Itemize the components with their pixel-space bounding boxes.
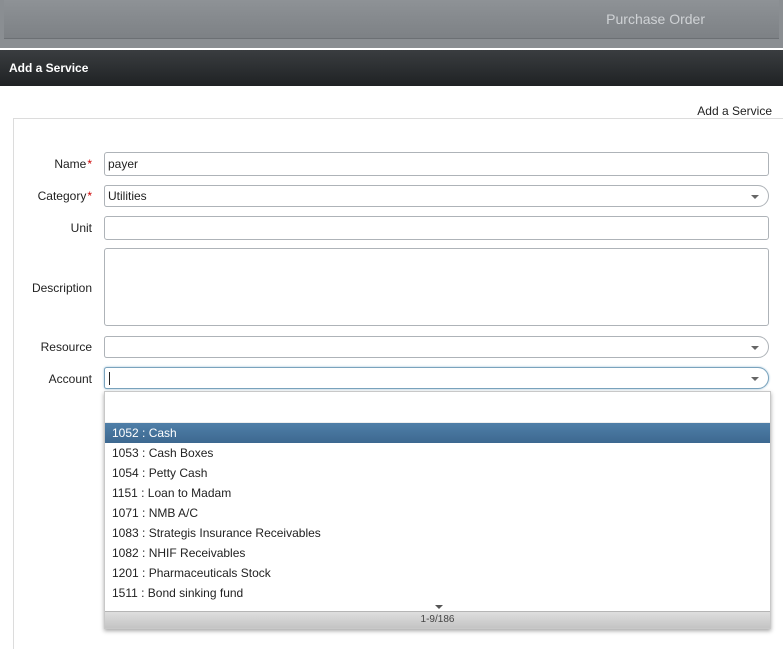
dropdown-search-area[interactable] <box>105 392 770 423</box>
purchase-order-link[interactable]: Purchase Order <box>606 11 705 27</box>
account-label: Account <box>48 372 92 386</box>
dropdown-option[interactable]: 1511 : Bond sinking fund <box>105 583 770 603</box>
name-label: Name* <box>54 157 92 171</box>
required-marker: * <box>87 189 92 203</box>
resource-label: Resource <box>40 340 92 354</box>
dropdown-option[interactable]: 1082 : NHIF Receivables <box>105 543 770 563</box>
text-cursor <box>109 372 110 385</box>
name-value: payer <box>108 157 139 171</box>
dropdown-option[interactable]: 1053 : Cash Boxes <box>105 443 770 463</box>
dropdown-pager: 1-9/186 <box>105 611 770 628</box>
chevron-down-icon[interactable] <box>751 377 759 381</box>
chevron-down-icon[interactable] <box>751 346 759 350</box>
dropdown-option[interactable]: 1054 : Petty Cash <box>105 463 770 483</box>
required-marker: * <box>87 157 92 171</box>
category-value: Utilities <box>108 189 147 203</box>
top-toolbar-inner: Purchase Order <box>4 0 779 39</box>
scroll-down-icon[interactable] <box>435 605 443 609</box>
dropdown-option[interactable]: 1083 : Strategis Insurance Receivables <box>105 523 770 543</box>
dropdown-option[interactable]: 1151 : Loan to Madam <box>105 483 770 503</box>
window-titlebar: Add a Service <box>0 50 783 86</box>
description-textarea[interactable] <box>104 248 769 326</box>
unit-input[interactable] <box>104 216 769 240</box>
category-label: Category* <box>37 189 92 203</box>
top-toolbar: Purchase Order <box>0 0 783 48</box>
window-title: Add a Service <box>9 61 89 75</box>
account-select[interactable] <box>104 367 769 389</box>
add-service-link[interactable]: Add a Service <box>697 104 772 118</box>
resource-select[interactable] <box>104 336 769 358</box>
account-dropdown: 1052 : Cash 1053 : Cash Boxes 1054 : Pet… <box>104 391 771 629</box>
dropdown-option[interactable]: 1052 : Cash <box>105 423 770 443</box>
name-input[interactable]: payer <box>104 152 769 176</box>
category-select[interactable]: Utilities <box>104 185 769 207</box>
dropdown-option[interactable]: 1071 : NMB A/C <box>105 503 770 523</box>
dropdown-option[interactable]: 1201 : Pharmaceuticals Stock <box>105 563 770 583</box>
description-label: Description <box>31 281 92 295</box>
chevron-down-icon[interactable] <box>751 195 759 199</box>
unit-label: Unit <box>70 221 92 235</box>
